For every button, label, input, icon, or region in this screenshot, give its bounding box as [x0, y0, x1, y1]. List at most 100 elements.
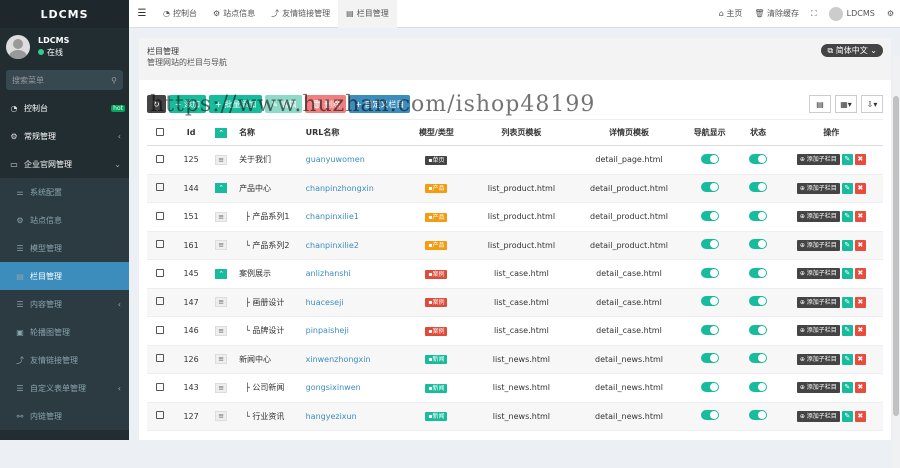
edit-row-button[interactable]: ✎ [841, 211, 853, 223]
col-url[interactable]: URL名称 [297, 119, 406, 146]
status-toggle[interactable] [749, 381, 768, 392]
row-checkbox[interactable] [155, 354, 164, 363]
select-all-header[interactable] [147, 119, 173, 146]
row-select-cell[interactable] [147, 231, 173, 260]
col-name[interactable]: 名称 [233, 119, 298, 146]
nav-show-toggle[interactable] [700, 153, 719, 164]
drag-handle-icon[interactable]: ≡ [215, 211, 228, 222]
edit-row-button[interactable]: ✎ [841, 239, 853, 251]
nav-show-toggle[interactable] [700, 353, 719, 364]
search-icon[interactable]: ⚲ [111, 76, 117, 85]
sidebar-search[interactable]: 搜索菜单 ⚲ [6, 70, 123, 90]
tab-columns[interactable]: ▤ 栏目管理 [338, 0, 397, 28]
brand-logo[interactable]: LDCMS [0, 0, 129, 28]
status-toggle[interactable] [749, 239, 768, 250]
col-detail-template[interactable]: 详情页模板 [575, 119, 683, 146]
expand-icon[interactable]: ⌃ [215, 127, 228, 138]
row-url-link[interactable]: hangyezixun [306, 412, 357, 421]
status-toggle[interactable] [749, 182, 768, 193]
columns-dropdown-icon[interactable]: ▦▾ [835, 95, 857, 113]
drag-handle-icon[interactable]: ≡ [215, 297, 228, 308]
row-checkbox[interactable] [155, 240, 164, 249]
row-drag-cell[interactable]: ≡ [209, 288, 234, 317]
sidebar-item-carousel[interactable]: ▣ 轮播图管理 [0, 318, 129, 346]
status-toggle[interactable] [749, 353, 768, 364]
add-subcolumn-button[interactable]: ⊕ 添加子栏目 [796, 325, 840, 337]
row-drag-cell[interactable]: ≡ [209, 373, 234, 403]
edit-row-button[interactable]: ✎ [841, 325, 853, 337]
table-row[interactable]: 125 ≡ 关于我们 guanyuwomen ▪单页 detail_page.html ⊕ … [147, 145, 883, 175]
tab-links[interactable]: ⤴ 友情链接管理 [263, 0, 338, 28]
sidebar-item-siteinfo[interactable]: ⚙ 站点信息 [0, 206, 129, 234]
delete-row-button[interactable]: ✖ [854, 296, 866, 308]
nav-show-toggle[interactable] [700, 239, 719, 250]
status-toggle[interactable] [749, 324, 768, 335]
col-type[interactable]: 模型/类型 [405, 119, 468, 146]
sidebar-item-links[interactable]: ⤴ 友情链接管理 [0, 346, 129, 374]
clear-cache-button[interactable]: 🗑 清除缓存 [748, 8, 805, 19]
delete-row-button[interactable]: ✖ [854, 211, 866, 223]
sidebar-item-forms[interactable]: ☰ 自定义表单管理 ‹ [0, 374, 129, 402]
table-row[interactable]: 127 ≡ └ 行业资讯 hangyezixun ▪新闻 list_news.html de… [147, 402, 883, 431]
row-drag-cell[interactable]: ≡ [209, 316, 234, 346]
edit-row-button[interactable]: ✎ [841, 382, 853, 394]
row-select-cell[interactable] [147, 202, 173, 232]
edit-row-button[interactable]: ✎ [841, 154, 853, 166]
edit-row-button[interactable]: ✎ [841, 353, 853, 365]
delete-row-button[interactable]: ✖ [854, 268, 866, 280]
nav-show-toggle[interactable] [700, 381, 719, 392]
row-url-link[interactable]: pinpaisheji [306, 326, 349, 335]
add-subcolumn-button[interactable]: ⊕ 添加子栏目 [796, 296, 840, 308]
row-drag-cell[interactable]: ⌃ [209, 174, 234, 203]
row-select-cell[interactable] [147, 174, 173, 203]
row-url-link[interactable]: chanpinxilie1 [306, 212, 359, 221]
settings-gear-icon[interactable]: ⚙ [881, 9, 900, 18]
delete-row-button[interactable]: ✖ [854, 382, 866, 394]
row-drag-cell[interactable]: ⌃ [209, 259, 234, 289]
row-select-cell[interactable] [147, 259, 173, 289]
sidebar-item-dashboard[interactable]: ◔ 控制台 hot [0, 94, 129, 122]
sidebar-item-innerlinks[interactable]: ⚯ 内链管理 [0, 402, 129, 430]
table-row[interactable]: 146 ≡ └ 品牌设计 pinpaisheji ▪案例 list_case.html de… [147, 316, 883, 346]
tab-dashboard[interactable]: ◔ 控制台 [155, 0, 205, 28]
add-subcolumn-button[interactable]: ⊕ 添加子栏目 [796, 154, 840, 166]
add-subcolumn-button[interactable]: ⊕ 添加子栏目 [796, 382, 840, 394]
row-drag-cell[interactable]: ≡ [209, 402, 234, 431]
table-row[interactable]: 144 ⌃ 产品中心 chanpinzhongxin ▪产品 list_product.h… [147, 174, 883, 203]
edit-row-button[interactable]: ✎ [841, 410, 853, 422]
export-dropdown-icon[interactable]: ⇩▾ [861, 95, 883, 113]
table-row[interactable]: 147 ≡ ├ 画册设计 huaceseji ▪案例 list_case.html deta… [147, 288, 883, 317]
row-url-link[interactable]: xinwenzhongxin [306, 355, 371, 364]
scrollbar[interactable] [893, 56, 899, 468]
add-subcolumn-button[interactable]: ⊕ 添加子栏目 [796, 182, 840, 194]
row-select-cell[interactable] [147, 145, 173, 175]
search-input[interactable]: 搜索菜单 [12, 75, 44, 86]
row-url-link[interactable]: chanpinzhongxin [306, 184, 374, 193]
row-checkbox[interactable] [155, 297, 164, 306]
table-row[interactable]: 151 ≡ ├ 产品系列1 chanpinxilie1 ▪产品 list_product.… [147, 202, 883, 232]
user-menu[interactable]: LDCMS [823, 6, 881, 21]
edit-row-button[interactable]: ✎ [841, 268, 853, 280]
language-dropdown[interactable]: ⧉ 简体中文 ⌄ [821, 44, 883, 57]
sidebar-item-columns[interactable]: ▤ 栏目管理 [0, 262, 129, 290]
table-row[interactable]: 145 ⌃ 案例展示 anlizhanshi ▪案例 list_case.html deta… [147, 259, 883, 289]
nav-show-toggle[interactable] [700, 410, 719, 421]
add-subcolumn-button[interactable]: ⊕ 添加子栏目 [796, 410, 840, 422]
add-subcolumn-button[interactable]: ⊕ 添加子栏目 [796, 268, 840, 280]
row-checkbox[interactable] [155, 325, 164, 334]
row-select-cell[interactable] [147, 373, 173, 403]
delete-row-button[interactable]: ✖ [854, 239, 866, 251]
sidebar-item-sysconfig[interactable]: ⚌ 系统配置 [0, 178, 129, 206]
table-row[interactable]: 161 ≡ └ 产品系列2 chanpinxilie2 ▪产品 list_product.… [147, 231, 883, 260]
drag-handle-icon[interactable]: ≡ [215, 325, 228, 336]
delete-row-button[interactable]: ✖ [854, 353, 866, 365]
delete-row-button[interactable]: ✖ [854, 325, 866, 337]
table-row[interactable]: 143 ≡ ├ 公司新闻 gongsixinwen ▪新闻 list_news.html d… [147, 373, 883, 403]
row-select-cell[interactable] [147, 288, 173, 317]
col-id[interactable]: Id [172, 119, 210, 146]
status-toggle[interactable] [749, 153, 768, 164]
row-checkbox[interactable] [155, 183, 164, 192]
row-select-cell[interactable] [147, 402, 173, 431]
toggle-view-icon[interactable]: ▤ [809, 95, 831, 113]
home-link[interactable]: ⌂ 主页 [713, 8, 749, 19]
